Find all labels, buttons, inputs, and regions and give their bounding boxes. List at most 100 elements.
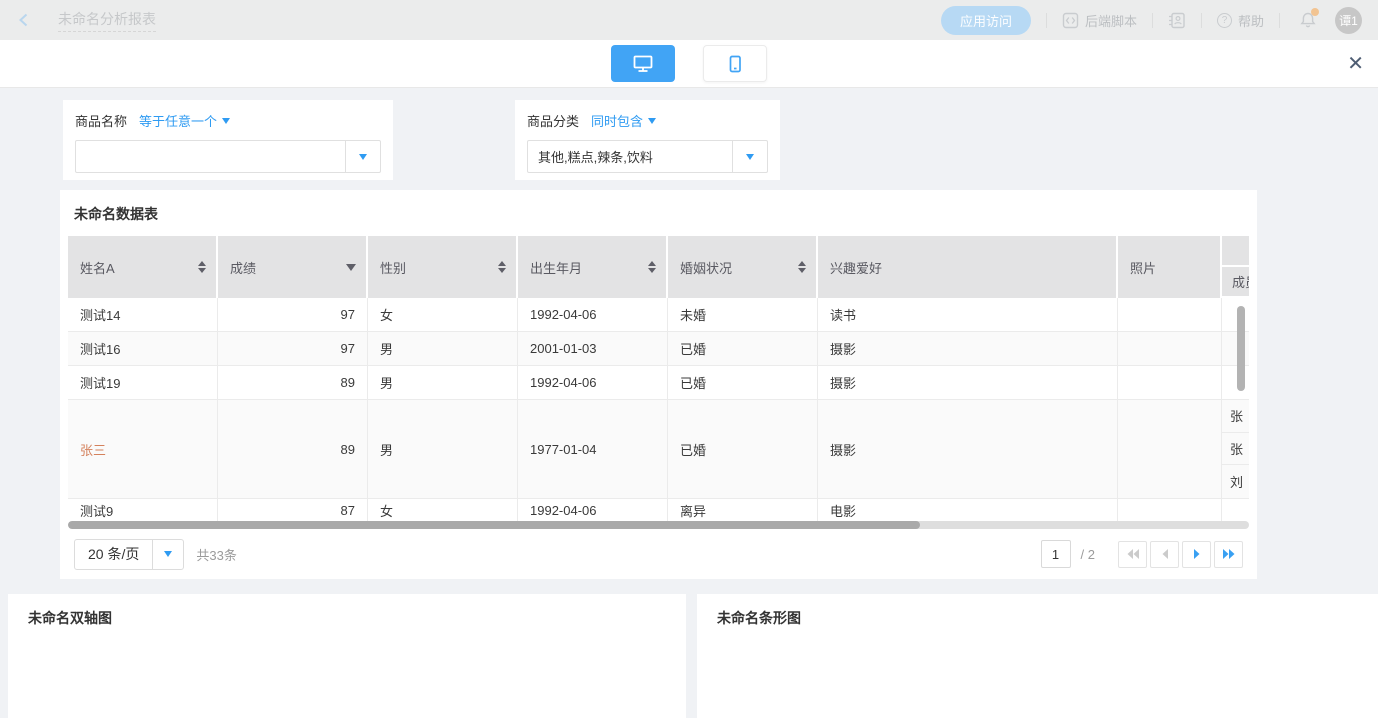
table-title: 未命名数据表 — [68, 202, 1249, 236]
cell-subform — [1222, 499, 1249, 521]
sort-desc-icon[interactable] — [346, 264, 356, 271]
subform-member: 张 — [1222, 433, 1249, 466]
data-table-card: 未命名数据表 姓名A 成绩 性别 出生年月 婚姻状况 — [60, 190, 1257, 579]
next-page-button[interactable] — [1182, 541, 1211, 568]
charts-row: 未命名双轴图 未命名条形图 — [8, 594, 1378, 718]
sort-icon[interactable] — [198, 261, 206, 273]
cell-gender: 女 — [368, 499, 518, 521]
cell-hobby: 读书 — [818, 298, 1118, 331]
desktop-preview-toggle[interactable] — [611, 45, 675, 82]
cell-score: 87 — [218, 499, 368, 521]
subform-group-header — [1222, 236, 1249, 267]
cell-gender: 女 — [368, 298, 518, 331]
table-row[interactable]: 测试19 89 男 1992-04-06 已婚 摄影 — [68, 366, 1249, 400]
filter-label: 商品分类 — [527, 111, 579, 130]
first-page-button[interactable] — [1118, 541, 1147, 568]
cell-name: 测试19 — [68, 366, 218, 399]
cell-score: 97 — [218, 332, 368, 365]
cell-photo — [1118, 366, 1222, 399]
cell-hobby: 摄影 — [818, 366, 1118, 399]
table-row[interactable]: 测试9 87 女 1992-04-06 离异 电影 — [68, 499, 1249, 521]
chevron-down-icon — [164, 551, 172, 557]
header-divider — [1201, 13, 1202, 28]
table-row[interactable]: 测试14 97 女 1992-04-06 未婚 读书 — [68, 298, 1249, 332]
record-link[interactable]: 张三 — [80, 440, 106, 459]
cell-marital: 离异 — [668, 499, 818, 521]
cell-subform: 张 张 刘 — [1222, 400, 1249, 498]
filter-operator-dropdown[interactable]: 同时包含 — [591, 111, 656, 130]
filter-value: 其他,糕点,辣条,饮料 — [528, 141, 732, 172]
phone-icon — [725, 54, 745, 74]
report-title[interactable]: 未命名分析报表 — [58, 9, 156, 32]
cell-hobby: 电影 — [818, 499, 1118, 521]
backend-script-button[interactable]: 后端脚本 — [1062, 11, 1137, 30]
page-size-select[interactable]: 20 条/页 — [74, 539, 184, 570]
page-number-input[interactable]: 1 — [1041, 540, 1071, 568]
filter-operator-label: 同时包含 — [591, 111, 643, 130]
column-header-subform[interactable]: 成员 — [1222, 236, 1249, 298]
last-page-button[interactable] — [1214, 541, 1243, 568]
chart-title: 未命名双轴图 — [28, 608, 666, 628]
vertical-scrollbar[interactable] — [1237, 306, 1245, 391]
filter-product-name: 商品名称 等于任意一个 — [63, 100, 393, 180]
column-header-name[interactable]: 姓名A — [68, 236, 218, 298]
filter-product-category: 商品分类 同时包含 其他,糕点,辣条,饮料 — [515, 100, 780, 180]
sort-icon[interactable] — [498, 261, 506, 273]
table-row[interactable]: 测试16 97 男 2001-01-03 已婚 摄影 — [68, 332, 1249, 366]
avatar[interactable]: 谭1 — [1335, 7, 1362, 34]
page-size-dropdown-toggle[interactable] — [152, 540, 183, 569]
column-label: 性别 — [380, 258, 406, 277]
column-header-marital[interactable]: 婚姻状况 — [668, 236, 818, 298]
column-header-photo[interactable]: 照片 — [1118, 236, 1222, 298]
monitor-icon — [632, 54, 654, 74]
table-row[interactable]: 张三 89 男 1977-01-04 已婚 摄影 张 张 刘 — [68, 400, 1249, 499]
app-header: 未命名分析报表 应用访问 后端脚本 ? 帮助 谭1 — [0, 0, 1378, 40]
filter-label: 商品名称 — [75, 111, 127, 130]
app-access-button[interactable]: 应用访问 — [941, 6, 1031, 35]
notification-dot — [1311, 8, 1319, 16]
help-button[interactable]: ? 帮助 — [1217, 11, 1264, 30]
table-header-row: 姓名A 成绩 性别 出生年月 婚姻状况 兴趣爱好 — [68, 236, 1249, 298]
contact-book-button[interactable] — [1168, 12, 1186, 29]
cell-birth: 1977-01-04 — [518, 400, 668, 498]
column-header-score[interactable]: 成绩 — [218, 236, 368, 298]
sort-icon[interactable] — [798, 261, 806, 273]
column-header-hobby[interactable]: 兴趣爱好 — [818, 236, 1118, 298]
filter-operator-dropdown[interactable]: 等于任意一个 — [139, 111, 230, 130]
back-icon[interactable] — [16, 12, 32, 28]
column-label: 姓名A — [80, 258, 115, 277]
cell-birth: 2001-01-03 — [518, 332, 668, 365]
cell-birth: 1992-04-06 — [518, 499, 668, 521]
horizontal-scrollbar[interactable] — [68, 521, 1249, 529]
cell-marital: 未婚 — [668, 298, 818, 331]
column-label: 成绩 — [230, 258, 256, 277]
code-icon — [1062, 12, 1079, 29]
filter-value-input[interactable] — [75, 140, 381, 173]
chevron-down-icon — [746, 154, 754, 160]
cell-marital: 已婚 — [668, 366, 818, 399]
sort-icon[interactable] — [648, 261, 656, 273]
total-count: 共33条 — [196, 545, 236, 564]
cell-score: 89 — [218, 366, 368, 399]
cell-name: 测试9 — [68, 499, 218, 521]
horizontal-scrollbar-thumb[interactable] — [68, 521, 920, 529]
column-header-gender[interactable]: 性别 — [368, 236, 518, 298]
filter-value — [76, 141, 345, 172]
cell-birth: 1992-04-06 — [518, 298, 668, 331]
column-header-birth[interactable]: 出生年月 — [518, 236, 668, 298]
cell-photo — [1118, 298, 1222, 331]
subform-sub-header: 成员 — [1222, 267, 1249, 296]
cell-photo — [1118, 332, 1222, 365]
cell-name: 测试16 — [68, 332, 218, 365]
filter-dropdown-toggle[interactable] — [732, 141, 767, 172]
mobile-preview-toggle[interactable] — [703, 45, 767, 82]
column-label: 出生年月 — [530, 258, 582, 277]
header-divider — [1046, 13, 1047, 28]
chevron-left-icon — [1160, 548, 1170, 560]
prev-page-button[interactable] — [1150, 541, 1179, 568]
notification-bell-button[interactable] — [1299, 11, 1317, 29]
close-icon[interactable]: ✕ — [1347, 54, 1364, 74]
cell-marital: 已婚 — [668, 400, 818, 498]
filter-dropdown-toggle[interactable] — [345, 141, 380, 172]
filter-value-input[interactable]: 其他,糕点,辣条,饮料 — [527, 140, 768, 173]
